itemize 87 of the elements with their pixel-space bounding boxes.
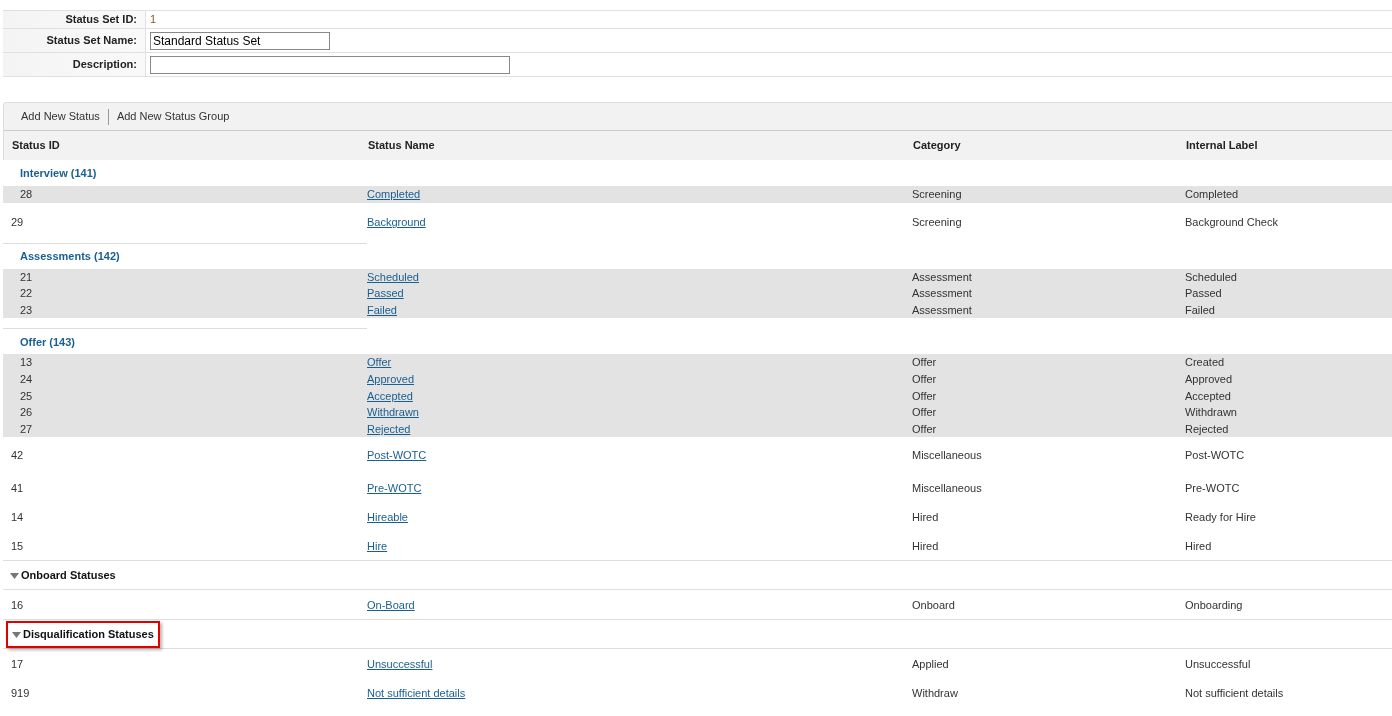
- status-name-link[interactable]: Passed: [367, 287, 404, 300]
- status-name-link[interactable]: Post-WOTC: [367, 449, 427, 462]
- group-heading[interactable]: Interview (141): [20, 164, 97, 182]
- status-id: 27: [20, 422, 33, 435]
- status-id: 23: [20, 303, 33, 316]
- section-heading: Disqualification Statuses: [23, 627, 154, 643]
- category: Withdraw: [912, 686, 958, 699]
- field-value: 1: [150, 12, 157, 28]
- status-id: 24: [20, 373, 33, 385]
- category: Hired: [912, 539, 939, 552]
- status-id: 16: [11, 598, 24, 611]
- internal-label: Post-WOTC: [1185, 449, 1245, 462]
- status-name-link[interactable]: Rejected: [367, 422, 411, 435]
- status-name-link[interactable]: Hireable: [367, 510, 408, 523]
- toolbar-button[interactable]: Add New Status: [20, 108, 101, 125]
- status-id: 29: [11, 216, 24, 229]
- category: Offer: [912, 422, 937, 435]
- status-id: 26: [20, 406, 33, 419]
- category: Screening: [912, 188, 962, 201]
- status-id: 919: [11, 686, 30, 699]
- internal-label: Scheduled: [1185, 270, 1237, 283]
- column-header: Status ID: [12, 139, 60, 152]
- status-name-link[interactable]: Hire: [367, 539, 388, 552]
- internal-label: Withdrawn: [1185, 406, 1237, 419]
- category: Offer: [912, 389, 937, 402]
- section-heading: Onboard Statuses: [21, 568, 116, 584]
- category: Applied: [912, 657, 949, 670]
- internal-label: Background Check: [1185, 216, 1278, 229]
- status-name-link[interactable]: Failed: [367, 303, 397, 316]
- internal-label: Failed: [1185, 303, 1215, 316]
- category: Onboard: [912, 598, 955, 611]
- category: Screening: [912, 216, 962, 229]
- status-name-link[interactable]: Background: [367, 216, 426, 229]
- status-id: 28: [20, 188, 33, 201]
- group-heading[interactable]: Assessments (142): [20, 247, 120, 265]
- internal-label: Completed: [1185, 188, 1239, 201]
- description-field[interactable]: [150, 55, 510, 74]
- name-field[interactable]: Standard Status Set: [150, 31, 330, 50]
- internal-label: Unsuccessful: [1185, 657, 1251, 670]
- category: Assessment: [912, 287, 972, 300]
- status-name-link[interactable]: Scheduled: [367, 270, 419, 283]
- internal-label: Created: [1185, 356, 1225, 369]
- status-id: 17: [11, 657, 24, 670]
- status-name-link[interactable]: Withdrawn: [367, 406, 419, 419]
- category: Offer: [912, 406, 937, 419]
- internal-label: Passed: [1185, 287, 1222, 300]
- status-id: 22: [20, 287, 33, 300]
- status-name-link[interactable]: Approved: [367, 373, 415, 385]
- category: Miscellaneous: [912, 481, 982, 494]
- internal-label: Rejected: [1185, 422, 1229, 435]
- status-name-link[interactable]: Accepted: [367, 389, 413, 402]
- status-name-link[interactable]: Not sufficient details: [367, 686, 466, 699]
- category: Assessment: [912, 303, 972, 316]
- internal-label: Onboarding: [1185, 598, 1243, 611]
- status-id: 15: [11, 539, 24, 552]
- category: Offer: [912, 356, 937, 369]
- column-header: Status Name: [368, 139, 435, 152]
- group-heading[interactable]: Offer (143): [20, 333, 76, 351]
- category: Hired: [912, 510, 939, 523]
- status-id: 14: [11, 510, 24, 523]
- internal-label: Ready for Hire: [1185, 510, 1256, 523]
- field-label: Status Set Name:: [46, 33, 137, 49]
- caret-icon[interactable]: [12, 629, 21, 639]
- category: Offer: [912, 373, 937, 385]
- status-id: 42: [11, 449, 24, 462]
- status-name-link[interactable]: Completed: [367, 188, 421, 201]
- internal-label: Accepted: [1185, 389, 1231, 402]
- internal-label: Not sufficient details: [1185, 686, 1284, 699]
- status-name-link[interactable]: Offer: [367, 356, 392, 369]
- column-header: Category: [913, 139, 961, 152]
- internal-label: Hired: [1185, 539, 1212, 552]
- status-name-link[interactable]: Unsuccessful: [367, 657, 433, 670]
- caret-icon[interactable]: [10, 570, 19, 580]
- column-header: Internal Label: [1186, 139, 1258, 152]
- status-id: 13: [20, 356, 33, 369]
- field-label: Status Set ID:: [65, 12, 137, 28]
- status-id: 21: [20, 270, 33, 283]
- category: Miscellaneous: [912, 449, 982, 462]
- internal-label: Approved: [1185, 373, 1233, 385]
- status-name-link[interactable]: Pre-WOTC: [367, 481, 422, 494]
- internal-label: Pre-WOTC: [1185, 481, 1240, 494]
- field-label: Description:: [72, 57, 137, 73]
- status-id: 41: [11, 481, 24, 494]
- toolbar-button[interactable]: Add New Status Group: [115, 108, 231, 125]
- status-id: 25: [20, 389, 33, 402]
- status-name-link[interactable]: On-Board: [367, 598, 415, 611]
- category: Assessment: [912, 270, 972, 283]
